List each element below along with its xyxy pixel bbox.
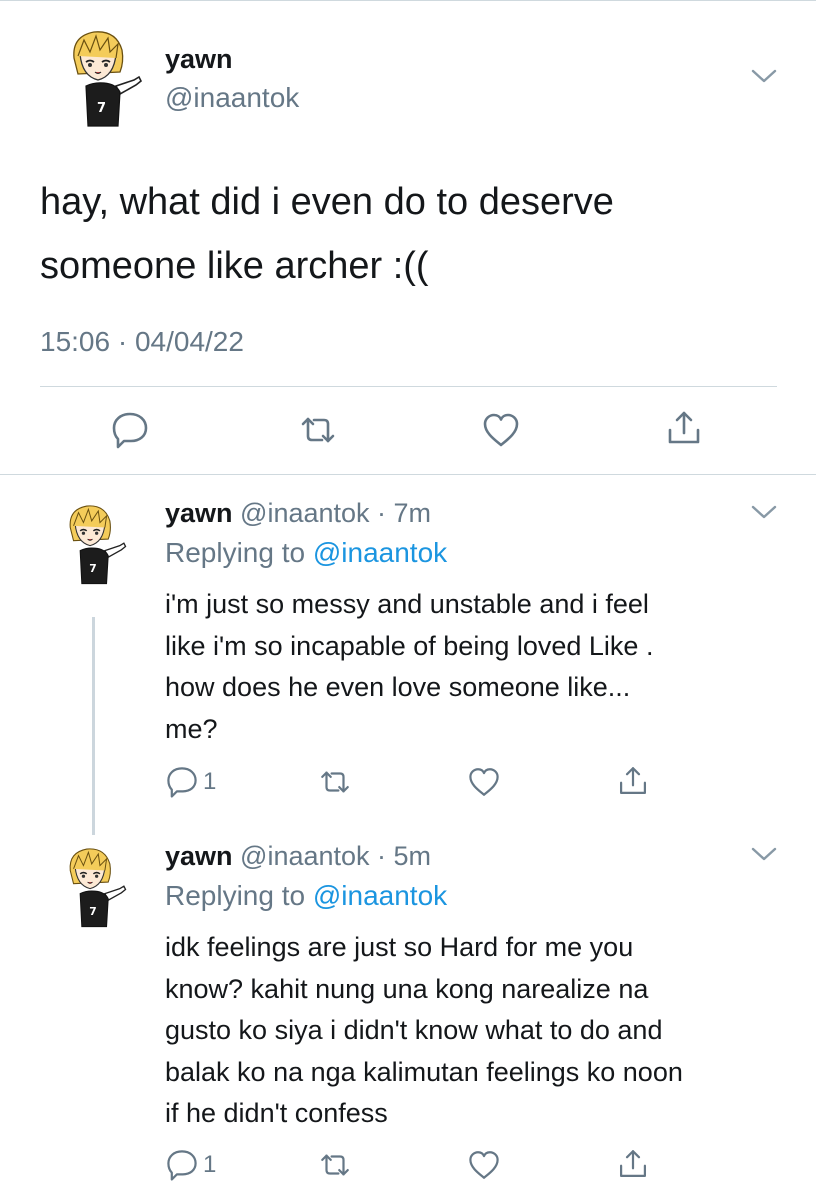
replying-to-link[interactable]: @inaantok bbox=[313, 537, 447, 568]
reply-icon[interactable] bbox=[165, 765, 199, 799]
tweet-text: i'm just so messy and unstable and i fee… bbox=[165, 584, 785, 750]
tweet-text-line: me? bbox=[165, 713, 218, 744]
display-name[interactable]: yawn bbox=[165, 498, 233, 528]
handle-time[interactable]: @inaantok · 7m bbox=[240, 498, 431, 528]
avatar[interactable] bbox=[62, 500, 128, 588]
thread-line bbox=[92, 617, 95, 835]
display-name[interactable]: yawn bbox=[165, 44, 233, 75]
replying-to: Replying to @inaantok bbox=[165, 537, 447, 569]
top-divider bbox=[0, 0, 816, 1]
tweet-text-line: gusto ko siya i didn't know what to do a… bbox=[165, 1015, 663, 1045]
retweet-icon[interactable] bbox=[318, 765, 352, 799]
reply-header: yawn @inaantok · 5m bbox=[165, 841, 431, 872]
reply-count: 1 bbox=[203, 768, 217, 795]
tweet-text-line: how does he even love someone like... bbox=[165, 672, 631, 702]
avatar[interactable] bbox=[64, 28, 144, 128]
tweet-text-line: idk feelings are just so Hard for me you bbox=[165, 932, 634, 962]
divider bbox=[0, 474, 816, 475]
like-icon[interactable] bbox=[481, 410, 521, 450]
display-name[interactable]: yawn bbox=[165, 841, 233, 871]
tweet-text-line: like i'm so incapable of being loved Lik… bbox=[165, 630, 654, 661]
replying-to-link[interactable]: @inaantok bbox=[313, 880, 447, 911]
divider bbox=[40, 386, 777, 387]
reply-count: 1 bbox=[203, 1151, 217, 1178]
chevron-down-icon[interactable] bbox=[751, 846, 777, 862]
like-icon[interactable] bbox=[467, 1148, 501, 1182]
tweet-text-line: if he didn't confess bbox=[165, 1098, 388, 1128]
avatar[interactable] bbox=[62, 843, 128, 931]
chevron-down-icon[interactable] bbox=[751, 68, 777, 84]
like-icon[interactable] bbox=[467, 765, 501, 799]
reply-header: yawn @inaantok · 7m bbox=[165, 498, 431, 529]
handle-time[interactable]: @inaantok · 5m bbox=[240, 841, 431, 871]
tweet-timestamp[interactable]: 15:06 · 04/04/22 bbox=[40, 326, 244, 358]
user-handle[interactable]: @inaantok bbox=[165, 82, 299, 114]
tweet-text: hay, what did i even do to deserve someo… bbox=[40, 181, 614, 287]
tweet-text: idk feelings are just so Hard for me you… bbox=[165, 927, 785, 1135]
retweet-icon[interactable] bbox=[298, 410, 338, 450]
tweet-text-line: i'm just so messy and unstable and i fee… bbox=[165, 589, 649, 619]
share-icon[interactable] bbox=[616, 1147, 650, 1181]
replying-to: Replying to @inaantok bbox=[165, 880, 447, 912]
tweet-text-line: know? kahit nung una kong narealize na bbox=[165, 973, 649, 1004]
retweet-icon[interactable] bbox=[318, 1148, 352, 1182]
replying-label: Replying to bbox=[165, 880, 306, 911]
chevron-down-icon[interactable] bbox=[751, 504, 777, 520]
tweet-text-line: balak ko na nga kalimutan feelings ko no… bbox=[165, 1056, 683, 1087]
reply-icon[interactable] bbox=[165, 1148, 199, 1182]
share-icon[interactable] bbox=[664, 408, 704, 448]
reply-icon[interactable] bbox=[110, 410, 150, 450]
share-icon[interactable] bbox=[616, 764, 650, 798]
replying-label: Replying to bbox=[165, 537, 306, 568]
